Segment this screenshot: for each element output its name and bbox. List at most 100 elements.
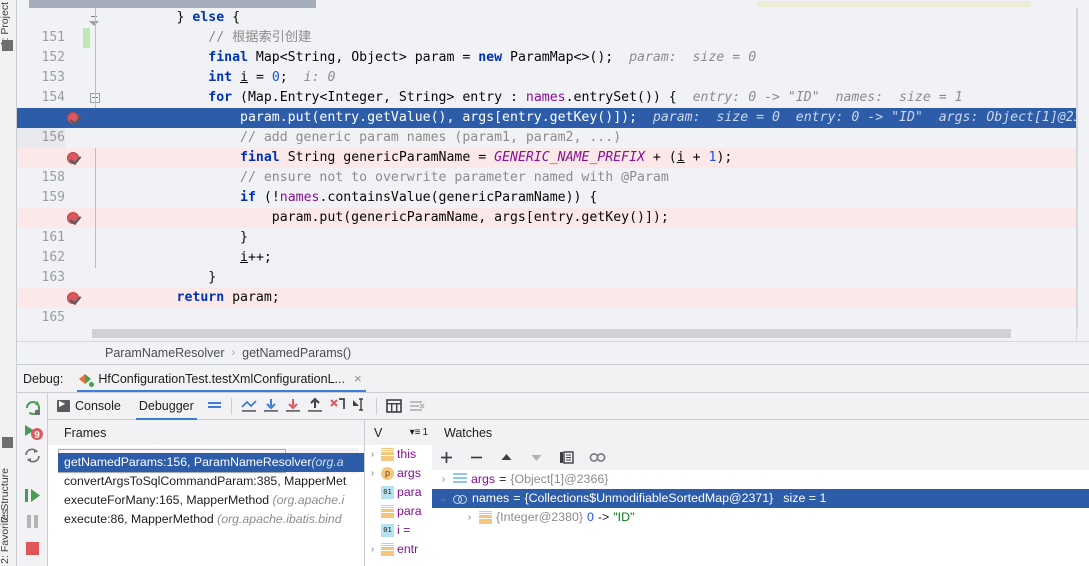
svg-text:9: 9 (34, 430, 40, 441)
frame-row[interactable]: getNamedParams:156, ParamNameResolver(or… (58, 453, 364, 472)
frame-row[interactable]: execute:86, MapperMethod (org.apache.iba… (58, 510, 364, 529)
debug-tool-window: 9 ▶ Console Debugger Frames getNamedPara… (17, 392, 1089, 566)
frames-pane: Frames ✓ "main"@1 in group "main": R... … (48, 420, 365, 566)
watch-equals: = (513, 491, 521, 505)
watch-row[interactable]: › args = {Object[1]@2366} (432, 470, 1089, 489)
code-line[interactable]: 151 } else { (17, 8, 1089, 45)
watch-name: args (471, 472, 496, 486)
frame-list[interactable]: getNamedParams:156, ParamNameResolver(or… (58, 453, 364, 566)
resume-program-icon[interactable] (22, 485, 43, 506)
close-icon[interactable]: × (354, 372, 362, 385)
breadcrumb-method[interactable]: getNamedParams() (242, 346, 351, 360)
code-text: final String genericParamName = GENERIC_… (240, 150, 733, 165)
watch-row-selected[interactable]: ⌄ names = {Collections$UnmodifiableSorte… (432, 489, 1089, 508)
variable-row[interactable]: 01 para (365, 483, 432, 502)
watches-list[interactable]: › args = {Object[1]@2366} ⌄ names = {Col… (432, 470, 1089, 527)
watch-child-row[interactable]: › {Integer@2380} 0 -> "ID" (432, 508, 1089, 527)
code-line[interactable]: 161 param.put(genericParamName, args[ent… (17, 208, 1089, 245)
tool-tab-favorites[interactable]: 2: Favorites (0, 509, 11, 564)
variables-list[interactable]: › this › p args 01 para para 01 i = › en… (365, 445, 432, 559)
add-watch-icon[interactable] (438, 449, 455, 466)
toolbar-separator (375, 397, 377, 415)
code-line[interactable]: 160 if (!names.containsValue(genericPara… (17, 188, 1089, 225)
code-line[interactable]: 158 final String genericParamName = GENE… (17, 148, 1089, 185)
lines-icon[interactable] (203, 395, 225, 417)
scrollbar-thumb[interactable] (92, 329, 1011, 338)
code-text: } (113, 230, 248, 245)
breakpoint-icon[interactable] (67, 152, 79, 164)
step-into-icon[interactable] (282, 395, 304, 417)
intellij-debug-window: 1: Project 7: Structure 2: Favorites 151… (0, 0, 1089, 566)
chain-icon (453, 492, 468, 505)
rerun-icon[interactable] (22, 397, 43, 418)
code-text: int i = 0; i: 0 (208, 70, 336, 85)
code-line[interactable]: 154 int i = 0; i: 0 (17, 68, 1089, 105)
code-text: i++; (240, 250, 272, 265)
frame-row[interactable]: executeForMany:165, MapperMethod (org.ap… (58, 491, 364, 510)
code-line[interactable]: 159 // ensure not to overwrite parameter… (17, 168, 1089, 205)
evaluate-expression-icon[interactable] (383, 395, 405, 417)
variables-group-count: 1 (422, 427, 428, 438)
code-line[interactable]: 164 } (17, 268, 1089, 305)
move-down-icon[interactable] (528, 449, 545, 466)
variable-row[interactable]: › entr (365, 540, 432, 559)
step-out-icon[interactable] (304, 395, 326, 417)
breakpoint-icon[interactable] (67, 112, 79, 124)
chain-icon[interactable] (588, 449, 606, 466)
editor-marker-gutter[interactable] (1077, 8, 1089, 329)
collapse-icon[interactable]: ⌄ (438, 489, 449, 508)
scrollbar-track-highlight (757, 1, 1031, 7)
tab-debugger[interactable]: Debugger (130, 393, 203, 420)
breakpoint-icon[interactable] (67, 292, 79, 304)
breakpoint-icon[interactable] (67, 212, 79, 224)
stop-and-rerun-icon[interactable]: 9 (22, 421, 43, 442)
editor-bottom-scrollbar[interactable] (92, 329, 1077, 339)
code-line-current[interactable]: 156 param.put(entry.getValue(), args[ent… (17, 108, 1089, 148)
editor-top-scrollbar[interactable] (17, 0, 1089, 8)
frame-row[interactable]: convertArgsToSqlCommandParam:385, Mapper… (58, 472, 364, 491)
stop-icon[interactable] (22, 538, 43, 559)
watch-equals: = (499, 472, 507, 486)
scrollbar-thumb[interactable] (29, 0, 316, 8)
tab-console-label: Console (75, 399, 121, 413)
code-text: for (Map.Entry<Integer, String> entry : … (208, 90, 963, 105)
remove-watch-icon[interactable] (468, 449, 485, 466)
tool-strip-marker-bottom (2, 437, 13, 448)
expand-icon[interactable]: › (438, 470, 449, 489)
move-up-icon[interactable] (498, 449, 515, 466)
pause-program-icon[interactable] (22, 511, 43, 532)
restore-layout-icon[interactable] (22, 445, 43, 466)
code-line[interactable]: 162 } (17, 228, 1089, 265)
expand-icon[interactable]: › (367, 464, 378, 483)
variable-label: args (397, 466, 421, 480)
code-text: param.put(genericParamName, args[entry.g… (113, 210, 669, 225)
variable-row[interactable]: para (365, 502, 432, 521)
expand-icon[interactable]: › (464, 508, 475, 527)
editor-lines[interactable]: 151 } else { 152 // 根据索引创建 153 final Map… (17, 8, 1089, 341)
code-line[interactable]: 165 return param; (17, 288, 1089, 325)
expand-icon[interactable]: › (367, 445, 378, 464)
debug-session-tab[interactable]: HfConfigurationTest.testXmlConfiguration… (77, 365, 366, 393)
copy-icon[interactable] (558, 449, 575, 466)
code-line[interactable]: 157 // add generic param names (param1, … (17, 128, 1089, 165)
variable-row[interactable]: › p args (365, 464, 432, 483)
run-to-cursor-icon[interactable] (348, 395, 370, 417)
step-over-icon[interactable] (260, 395, 282, 417)
code-line[interactable]: 153 final Map<String, Object> param = ne… (17, 48, 1089, 85)
breadcrumb-class[interactable]: ParamNameResolver (105, 346, 224, 360)
variable-row[interactable]: 01 i = (365, 521, 432, 540)
object-icon (479, 511, 492, 524)
variable-row[interactable]: › this (365, 445, 432, 464)
code-line[interactable]: 155 for (Map.Entry<Integer, String> entr… (17, 88, 1089, 125)
code-editor[interactable]: 151 } else { 152 // 根据索引创建 153 final Map… (17, 0, 1089, 341)
code-line[interactable]: 163 i++; (17, 248, 1089, 285)
code-line[interactable]: 152 // 根据索引创建 (17, 28, 1089, 65)
group-by-icon[interactable]: ▾≡ 1 (410, 427, 428, 438)
show-execution-point-icon[interactable] (238, 395, 260, 417)
force-step-into-icon[interactable] (326, 395, 348, 417)
expand-icon[interactable]: › (367, 540, 378, 559)
debug-action-buttons: 9 (17, 393, 48, 566)
mute-breakpoints-icon[interactable] (405, 395, 427, 417)
tab-console[interactable]: Console (48, 393, 130, 420)
frame-package: (org.apache.i (272, 493, 345, 507)
